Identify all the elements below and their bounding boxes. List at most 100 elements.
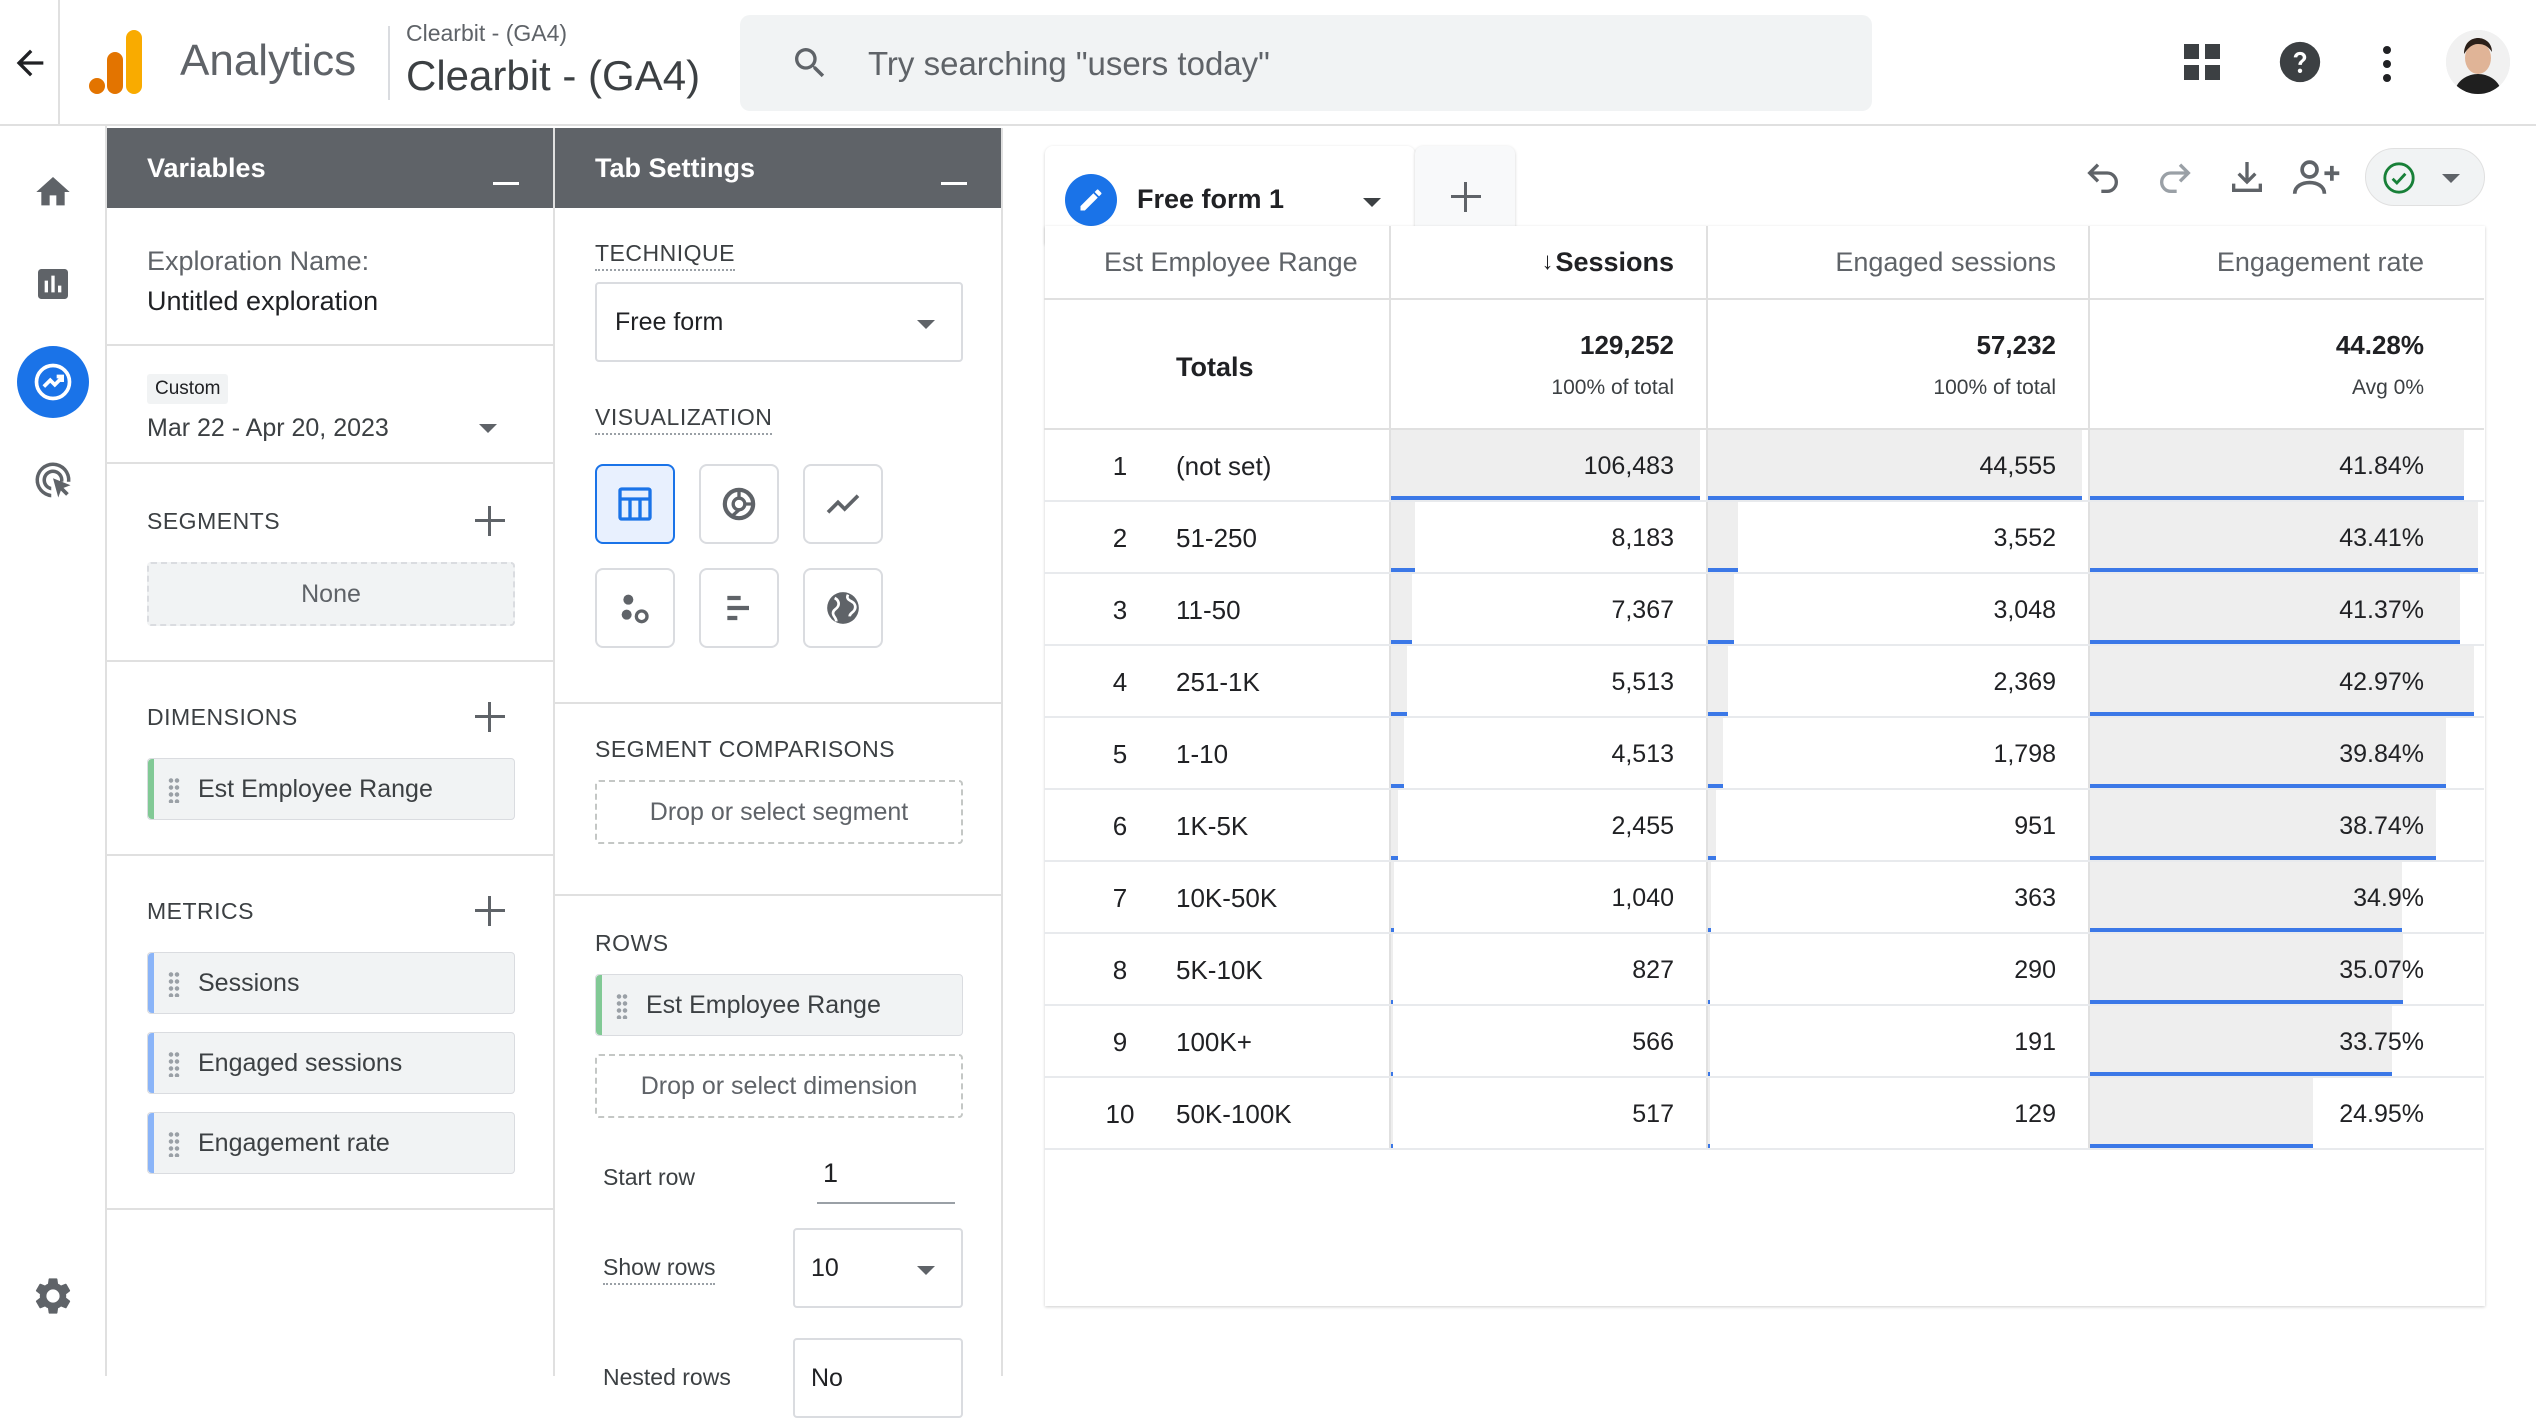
drag-handle-icon[interactable] <box>168 971 180 997</box>
row-index: 6 <box>1112 810 1128 841</box>
row-index: 1 <box>1112 450 1128 481</box>
drag-handle-icon[interactable] <box>168 1051 180 1077</box>
search-bar[interactable]: Try searching "users today" <box>740 15 1872 111</box>
row-engaged-value: 290 <box>2014 955 2056 984</box>
exploration-name-input[interactable]: Untitled exploration <box>147 286 378 317</box>
home-icon[interactable] <box>17 156 89 228</box>
metric-chip-label: Engaged sessions <box>198 1048 403 1077</box>
row-sessions-value: 8,183 <box>1611 523 1674 552</box>
segment-drop-zone[interactable]: Drop or select segment <box>595 780 963 844</box>
row-rate-value: 41.37% <box>2339 595 2424 624</box>
property-name: Clearbit - (GA4) <box>406 52 701 99</box>
tab-settings-title: Tab Settings <box>595 152 756 183</box>
row-dimension-value: 1-10 <box>1176 738 1229 769</box>
avatar[interactable] <box>2446 30 2510 94</box>
apps-grid-icon[interactable] <box>2182 42 2222 82</box>
sort-arrow-down-icon: ↓ <box>1541 248 1554 275</box>
dimension-drop-zone[interactable]: Drop or select dimension <box>595 1054 963 1118</box>
start-row-input[interactable]: 1 <box>817 1148 955 1204</box>
scatter-viz-button[interactable] <box>595 568 675 648</box>
chevron-down-icon <box>2442 174 2460 183</box>
show-rows-select[interactable]: 10 <box>793 1228 963 1308</box>
dimension-chip[interactable]: Est Employee Range <box>147 758 515 820</box>
nested-rows-select[interactable]: No <box>793 1338 963 1418</box>
minimize-icon[interactable] <box>493 182 519 185</box>
row-dimension-value: (not set) <box>1176 450 1272 481</box>
column-header-dimension[interactable]: Est Employee Range <box>1104 226 1358 298</box>
donut-chart-icon <box>722 487 756 521</box>
row-engaged-value: 1,798 <box>1993 739 2056 768</box>
row-dimension-value: 251-1K <box>1176 666 1260 697</box>
help-icon[interactable] <box>2278 40 2322 84</box>
dimension-chip-label: Est Employee Range <box>198 774 433 803</box>
row-dimension-value: 11-50 <box>1176 594 1241 625</box>
app-name: Analytics <box>180 36 357 85</box>
row-engaged-value: 129 <box>2014 1099 2056 1128</box>
row-rate-value: 35.07% <box>2339 955 2424 984</box>
add-segment-plus-icon[interactable] <box>475 506 505 536</box>
reports-icon[interactable] <box>17 248 89 320</box>
divider <box>58 0 60 126</box>
drag-handle-icon[interactable] <box>616 993 628 1019</box>
bar-viz-button[interactable] <box>699 568 779 648</box>
geo-viz-button[interactable] <box>803 568 883 648</box>
segments-label: SEGMENTS <box>147 508 281 534</box>
scatter-plot-icon <box>621 594 649 624</box>
minimize-icon[interactable] <box>941 182 967 185</box>
edit-pencil-icon[interactable] <box>1065 174 1117 226</box>
back-arrow-icon[interactable] <box>10 43 50 83</box>
nested-rows-value: No <box>811 1364 843 1392</box>
row-dimension-value: 51-250 <box>1176 522 1257 553</box>
search-placeholder: Try searching "users today" <box>868 45 1270 82</box>
row-index: 2 <box>1112 522 1128 553</box>
row-rate-value: 24.95% <box>2339 1099 2424 1128</box>
column-header-engagement-rate[interactable]: Engagement rate <box>2090 226 2424 298</box>
add-dimension-plus-icon[interactable] <box>475 702 505 732</box>
settings-gear-icon[interactable] <box>17 1260 89 1332</box>
share-user-add-icon[interactable] <box>2291 154 2343 200</box>
drag-handle-icon[interactable] <box>168 1131 180 1157</box>
totals-rate: 44.28% <box>2335 330 2424 360</box>
date-range-picker[interactable]: Mar 22 - Apr 20, 2023 <box>147 410 527 450</box>
download-icon[interactable] <box>2227 156 2267 198</box>
add-tab-plus-icon <box>1451 182 1481 212</box>
undo-icon[interactable] <box>2083 158 2123 198</box>
property-selector[interactable]: Clearbit - (GA4) Clearbit - (GA4) <box>406 18 736 110</box>
variables-title: Variables <box>147 152 266 183</box>
row-sessions-value: 106,483 <box>1583 451 1674 480</box>
nested-rows-label: Nested rows <box>603 1364 731 1390</box>
divider <box>107 854 553 856</box>
metric-chip-sessions[interactable]: Sessions <box>147 952 515 1014</box>
analytics-logo-icon <box>88 30 144 94</box>
sessions-header-label: Sessions <box>1555 246 1674 277</box>
drag-handle-icon[interactable] <box>168 777 180 803</box>
rows-dimension-chip[interactable]: Est Employee Range <box>595 974 963 1036</box>
tab-menu-chevron-icon[interactable] <box>1363 198 1381 207</box>
row-engaged-value: 44,555 <box>1979 451 2056 480</box>
show-rows-value: 10 <box>811 1254 839 1282</box>
advertising-icon[interactable] <box>17 444 89 516</box>
segments-none[interactable]: None <box>147 562 515 626</box>
metric-chip-engaged-sessions[interactable]: Engaged sessions <box>147 1032 515 1094</box>
column-header-engaged-sessions[interactable]: Engaged sessions <box>1710 226 2056 298</box>
row-sessions-value: 5,513 <box>1611 667 1674 696</box>
donut-viz-button[interactable] <box>699 464 779 544</box>
metric-chip-label: Sessions <box>198 968 300 997</box>
row-rate-value: 33.75% <box>2339 1027 2424 1056</box>
variables-header: Variables <box>107 128 553 208</box>
technique-select[interactable]: Free form <box>595 282 963 362</box>
more-vert-icon[interactable] <box>2372 42 2402 86</box>
chip-color-bar <box>596 975 602 1035</box>
row-index: 7 <box>1112 882 1128 913</box>
explore-icon[interactable] <box>17 346 89 418</box>
segment-comparisons-label: SEGMENT COMPARISONS <box>595 736 896 762</box>
line-viz-button[interactable] <box>803 464 883 544</box>
metric-chip-engagement-rate[interactable]: Engagement rate <box>147 1112 515 1174</box>
redo-icon[interactable] <box>2155 158 2195 198</box>
metric-chip-label: Engagement rate <box>198 1128 390 1157</box>
status-check-dropdown[interactable] <box>2365 148 2485 206</box>
row-dimension-value: 5K-10K <box>1176 954 1263 985</box>
add-metric-plus-icon[interactable] <box>475 896 505 926</box>
column-header-sessions[interactable]: ↓ Sessions <box>1390 226 1674 298</box>
table-viz-button[interactable] <box>595 464 675 544</box>
